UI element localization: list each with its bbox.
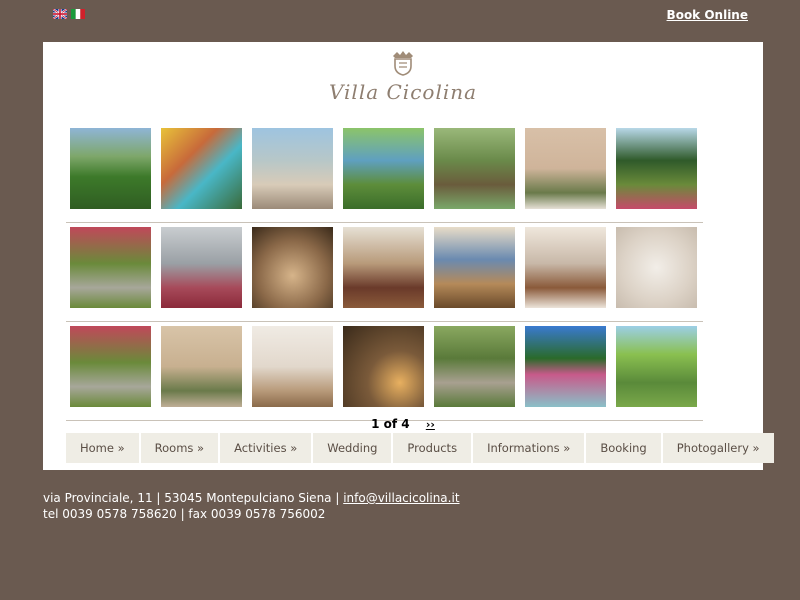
italy-flag-icon[interactable] (71, 9, 85, 19)
gallery-thumbnail-stone-relief[interactable] (616, 227, 697, 308)
gallery-thumbnail-bedroom[interactable] (252, 326, 333, 407)
gallery-thumbnail-garden-lounge[interactable] (70, 128, 151, 209)
nav-item-booking[interactable]: Booking (586, 433, 661, 463)
gallery-thumbnail-hills-with-flowers[interactable] (161, 227, 242, 308)
email-link[interactable]: info@villacicolina.it (343, 491, 459, 505)
gallery-thumbnail-pool-with-flowers[interactable] (161, 128, 242, 209)
nav-item-products[interactable]: Products (393, 433, 472, 463)
footer-address-line: via Provinciale, 11 | 53045 Montepulcian… (43, 490, 460, 506)
brand-name: Villa Cicolina (328, 80, 478, 104)
nav-item-home[interactable]: Home » (66, 433, 139, 463)
nav-item-rooms[interactable]: Rooms » (140, 433, 219, 463)
gallery-thumbnail-flowered-courtyard[interactable] (70, 227, 151, 308)
next-page-link[interactable]: ›› (426, 418, 435, 431)
footer-contacts: tel 0039 0578 758620 | fax 0039 0578 756… (43, 507, 326, 521)
gallery-thumbnail-stone-cellar[interactable] (252, 227, 333, 308)
logo[interactable]: Villa Cicolina (43, 50, 763, 104)
footer: via Provinciale, 11 | 53045 Montepulcian… (43, 490, 460, 522)
nav-item-wedding[interactable]: Wedding (313, 433, 392, 463)
footer-address: via Provinciale, 11 | 53045 Montepulcian… (43, 491, 344, 505)
gallery-thumbnail-villa-entrance[interactable] (161, 326, 242, 407)
nav-item-activities[interactable]: Activities » (220, 433, 312, 463)
gallery-thumbnail-olive-tree[interactable] (434, 128, 515, 209)
gallery-thumbnail-olive-view[interactable] (616, 326, 697, 407)
gallery-thumbnail-dining-room[interactable] (434, 227, 515, 308)
villa-crest-icon (393, 51, 413, 76)
gallery-thumbnail-tavern-lantern[interactable] (343, 326, 424, 407)
gallery-row (66, 128, 703, 223)
main-panel: Villa Cicolina 1 of 4 ›› Home » Rooms » … (43, 42, 774, 470)
language-flags (53, 9, 85, 19)
main-navigation: Home » Rooms » Activities » Wedding Prod… (66, 433, 774, 463)
nav-item-informations[interactable]: Informations » (473, 433, 585, 463)
gallery-thumbnail-olive-view[interactable] (343, 128, 424, 209)
page-indicator: 1 of 4 (371, 417, 410, 431)
book-online-link[interactable]: Book Online (667, 8, 748, 22)
gallery-thumbnail-villa-facade[interactable] (525, 128, 606, 209)
gallery-thumbnail-fountain[interactable] (525, 326, 606, 407)
pagination: 1 of 4 ›› (43, 417, 763, 431)
gallery-thumbnail-terrace-daybed[interactable] (252, 128, 333, 209)
photo-gallery (66, 128, 703, 421)
gallery-thumbnail-kitchen-fireplace[interactable] (525, 227, 606, 308)
gallery-thumbnail-flowered-courtyard[interactable] (70, 326, 151, 407)
gallery-row (66, 326, 703, 421)
nav-item-photogallery[interactable]: Photogallery » (662, 433, 774, 463)
uk-flag-icon[interactable] (53, 9, 67, 19)
gallery-thumbnail-cypress-chapel[interactable] (616, 128, 697, 209)
gallery-thumbnail-garden-path[interactable] (434, 326, 515, 407)
gallery-thumbnail-music-room[interactable] (343, 227, 424, 308)
gallery-row (66, 227, 703, 322)
